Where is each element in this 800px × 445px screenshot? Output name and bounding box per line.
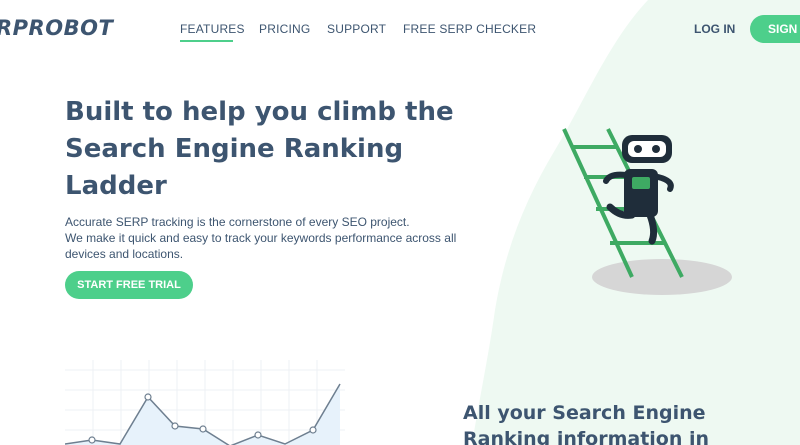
hero-title: Built to help you climb the Search Engin… — [65, 94, 465, 205]
page: RPROBOT FEATURES PRICING SUPPORT FREE SE… — [0, 0, 800, 445]
hero-title-line: Search Engine Ranking — [65, 134, 404, 164]
section-title-line: Ranking information in — [463, 428, 710, 445]
hero-title-line: Ladder — [65, 171, 167, 201]
logo[interactable]: RPROBOT — [0, 16, 113, 40]
hero-title-line: Built to help you climb the — [65, 97, 454, 127]
hero-description-line: Accurate SERP tracking is the cornerston… — [65, 215, 410, 229]
preview-line-chart — [65, 360, 345, 445]
nav-features[interactable]: FEATURES — [180, 22, 245, 36]
start-free-trial-button[interactable]: START FREE TRIAL — [65, 271, 193, 299]
hero-description: Accurate SERP tracking is the cornerston… — [65, 214, 465, 262]
robot-climbing-ladder-icon — [562, 128, 732, 295]
section-title: All your Search Engine Ranking informati… — [463, 400, 783, 445]
signup-button[interactable]: SIGN U — [750, 15, 800, 43]
nav-active-underline — [180, 40, 233, 42]
nav-pricing[interactable]: PRICING — [259, 22, 310, 36]
section-title-line: All your Search Engine — [463, 402, 706, 424]
hero-description-line: devices and locations. — [65, 247, 184, 261]
hero-description-line: We make it quick and easy to track your … — [65, 231, 457, 245]
top-navigation: RPROBOT FEATURES PRICING SUPPORT FREE SE… — [0, 0, 800, 58]
nav-support[interactable]: SUPPORT — [327, 22, 386, 36]
login-link[interactable]: LOG IN — [694, 22, 735, 36]
nav-free-serp-checker[interactable]: FREE SERP CHECKER — [403, 22, 536, 36]
